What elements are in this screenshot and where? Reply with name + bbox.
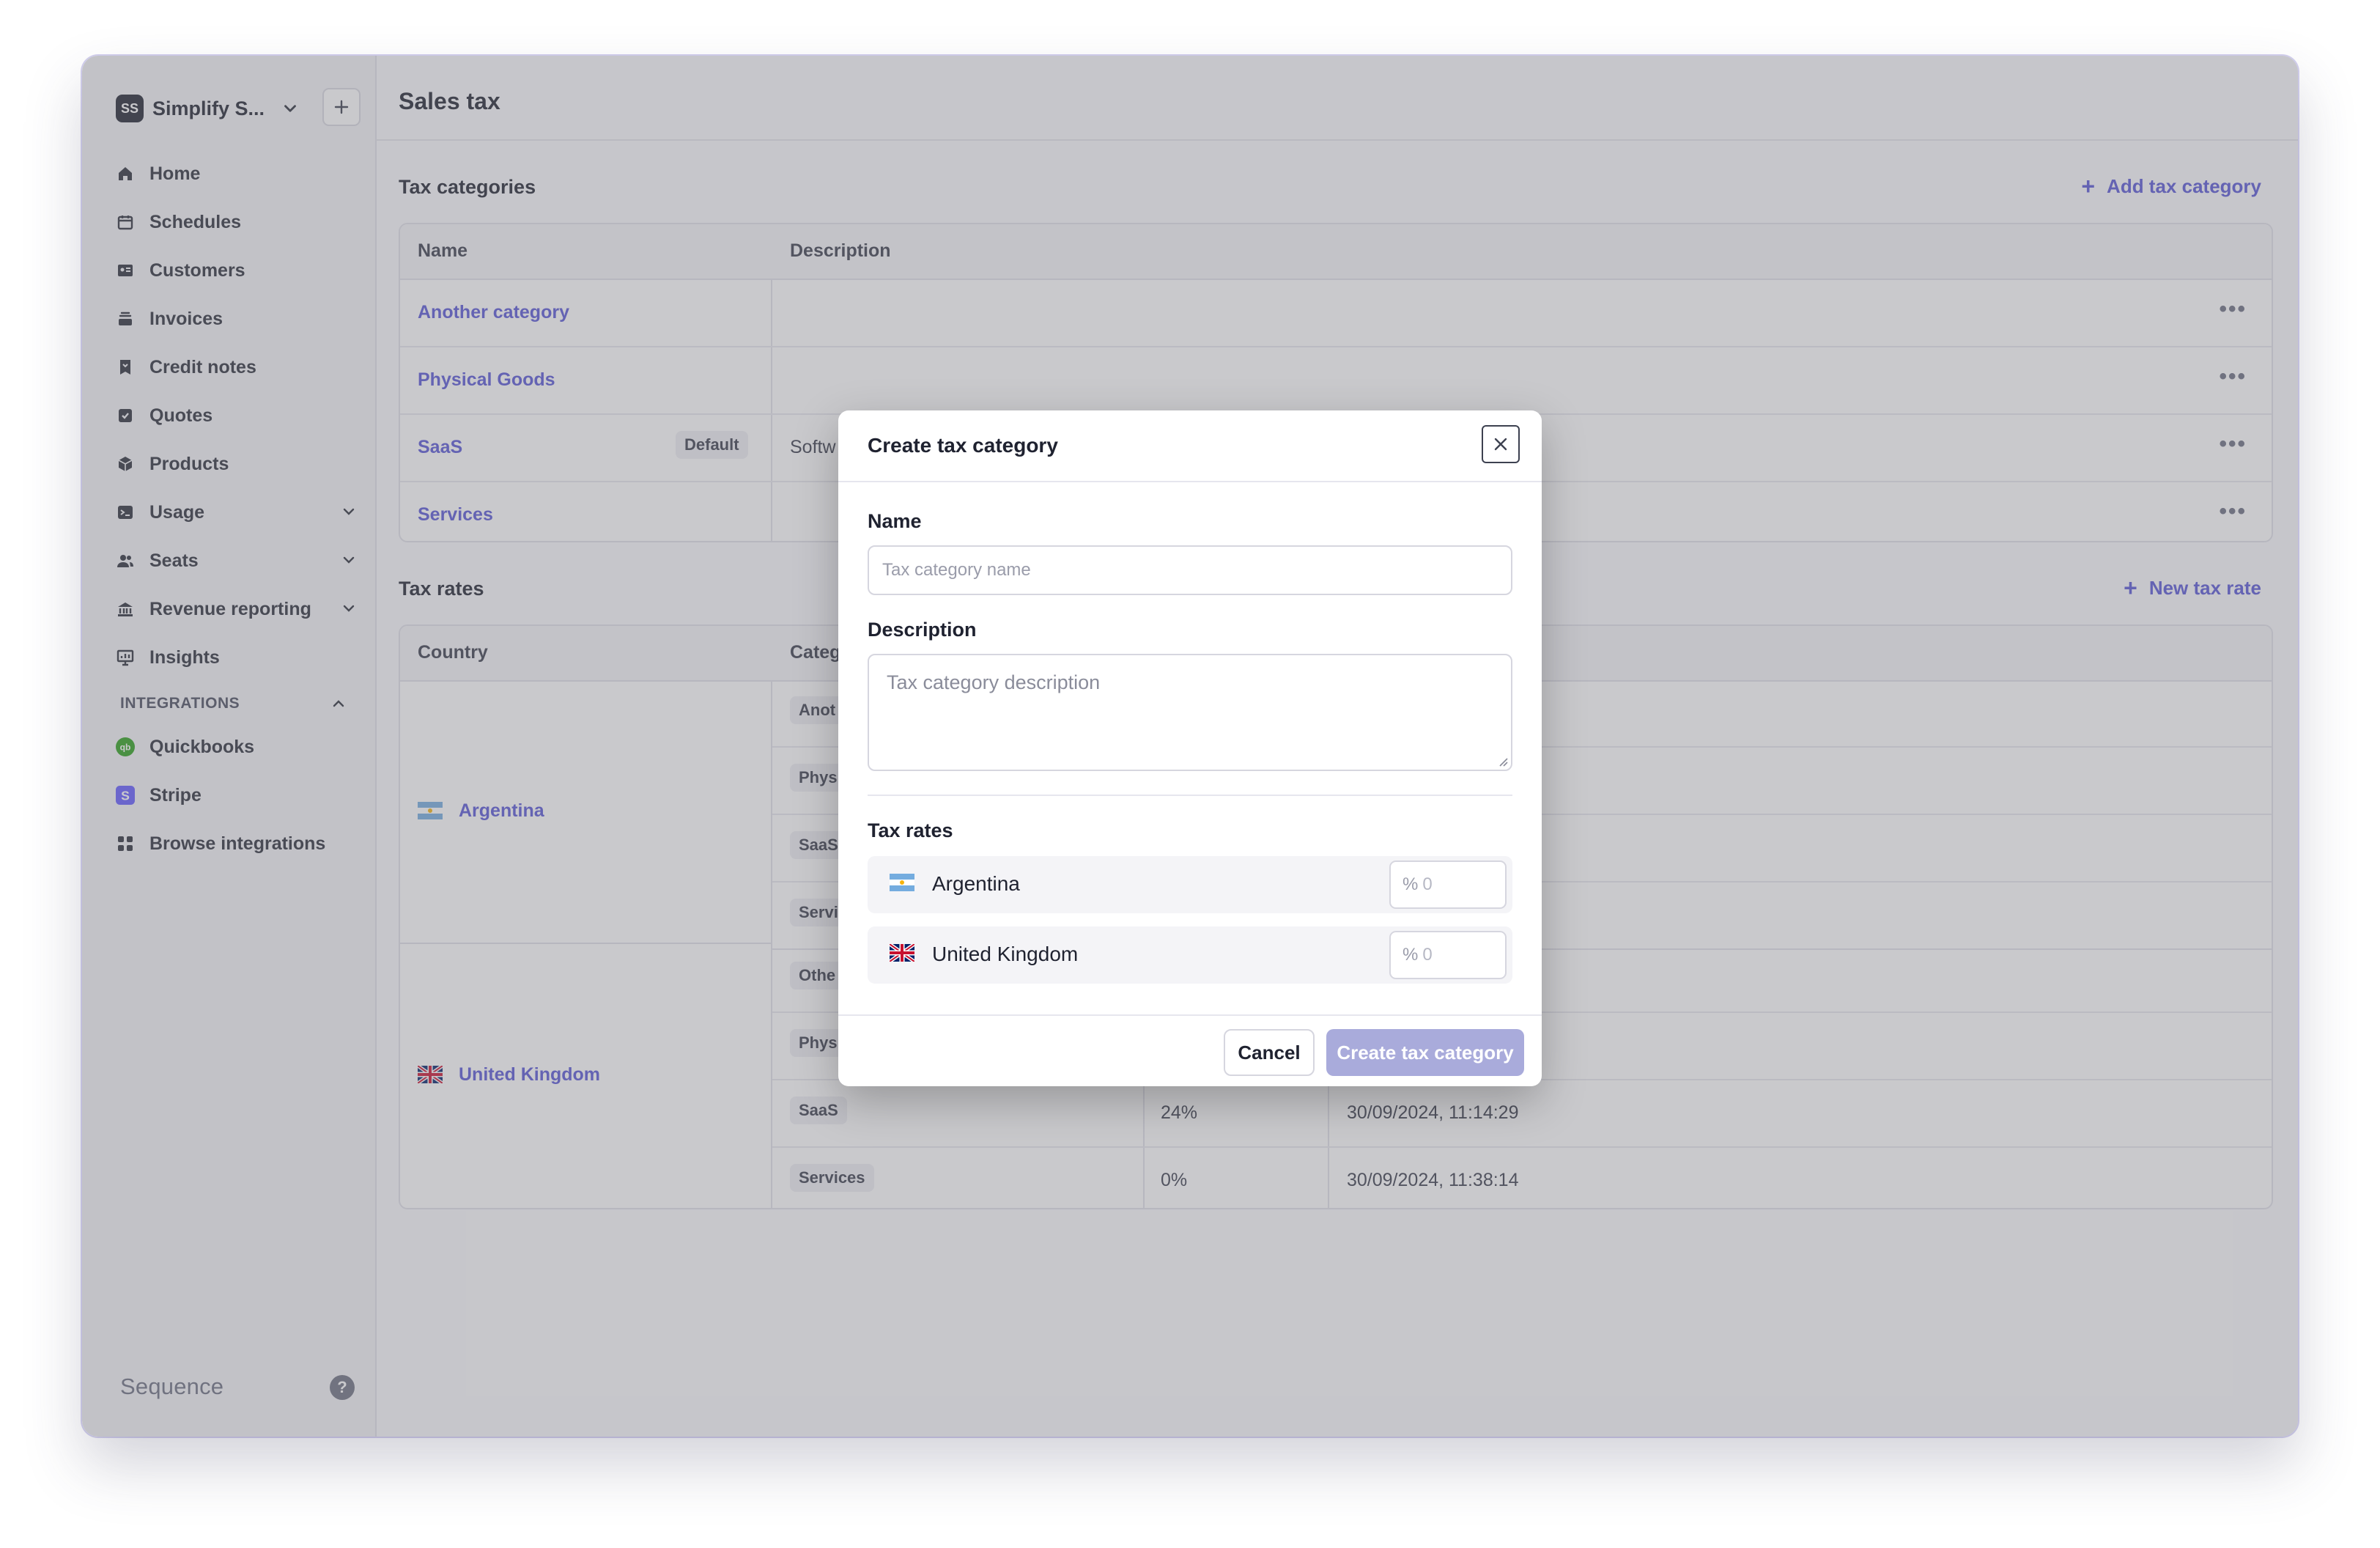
percent-prefix: % [1402,874,1419,894]
close-icon [1494,438,1507,451]
tax-category-description-input[interactable]: Tax category description [868,654,1512,771]
tax-rates-label: Tax rates [868,819,953,841]
tax-rate-input[interactable]: % 0 [1389,931,1507,979]
description-label: Description [868,619,977,641]
tax-rate-row-argentina: Argentina % 0 [868,856,1512,913]
percent-prefix: % [1402,945,1419,965]
tax-rate-input[interactable]: % 0 [1389,860,1507,909]
close-button[interactable] [1482,425,1520,463]
argentina-flag-icon [890,874,914,895]
modal-title: Create tax category [868,434,1058,457]
modal-footer: Cancel Create tax category [838,1014,1542,1086]
resize-handle-icon[interactable] [1498,756,1508,767]
create-tax-category-dialog: Create tax category Name Tax category na… [838,410,1542,1086]
create-tax-category-button[interactable]: Create tax category [1326,1029,1524,1076]
tax-category-name-input[interactable]: Tax category name [868,545,1512,595]
uk-flag-icon [888,942,916,965]
rate-placeholder: 0 [1422,874,1433,894]
rate-placeholder: 0 [1422,945,1433,965]
modal-header: Create tax category [838,410,1542,482]
name-label: Name [868,510,922,532]
country-name: United Kingdom [932,943,1079,965]
divider [868,795,1512,796]
tax-rate-row-united-kingdom: United Kingdom % 0 [868,926,1512,984]
country-name: Argentina [932,872,1020,895]
description-placeholder: Tax category description [887,671,1101,693]
cancel-button[interactable]: Cancel [1224,1029,1315,1076]
